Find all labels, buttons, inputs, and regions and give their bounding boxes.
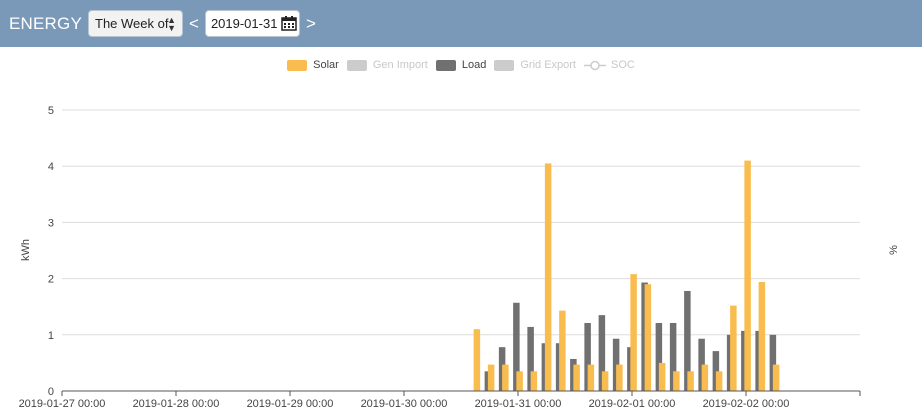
bar-solar [516,371,523,391]
bar-solar [701,364,709,391]
x-tick-label: 2019-01-28 00:00 [133,398,220,410]
x-tick-label: 2019-02-02 00:00 [703,398,790,410]
bar-solar [616,364,623,391]
energy-chart: 0 1 2 3 4 5 2019-01-27 00:00 2019-01-28 00:00 20… [19,105,900,410]
y2-axis-label: % [888,245,900,255]
bar-solar [687,371,694,391]
bar-solar [772,364,780,391]
x-tick-label: 2019-01-30 00:00 [361,398,448,410]
bar-solar [658,362,666,391]
y-axis-label: kWh [20,239,32,261]
bar-solar [630,274,637,391]
y-tick-label: 3 [48,217,54,229]
bar-solar [587,364,595,391]
x-tick-label: 2019-01-29 00:00 [247,398,334,410]
y-tick-label: 4 [48,161,54,173]
bar-solar [473,329,481,391]
bar-solar [530,371,538,391]
y-tick-label: 5 [48,105,54,117]
bar-solar [644,284,652,391]
x-tick-label: 2019-01-27 00:00 [19,398,106,410]
x-tick-label: 2019-01-31 00:00 [475,398,562,410]
y-tick-label: 1 [48,330,54,342]
bar-solar [730,305,737,391]
chart-bars [473,160,780,391]
y-tick-label: 0 [48,386,54,398]
chart-grid [62,109,860,336]
bar-solar [744,160,751,391]
bar-solar [715,371,723,391]
bar-solar [758,281,766,391]
bar-solar [544,163,552,391]
bar-solar [573,364,580,391]
bar-solar [559,310,566,391]
x-tick-label: 2019-02-01 00:00 [589,398,676,410]
bar-solar [673,371,680,391]
bar-solar [601,371,609,391]
bar-solar [502,364,509,391]
bar-solar [487,364,495,391]
y-tick-label: 2 [48,274,54,286]
